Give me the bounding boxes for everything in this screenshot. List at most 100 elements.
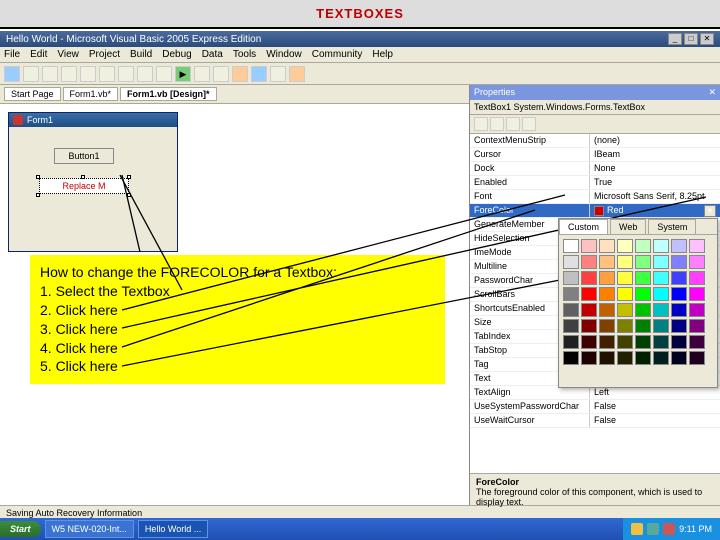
color-swatch[interactable] bbox=[671, 255, 687, 269]
copy-icon[interactable] bbox=[99, 66, 115, 82]
menu-community[interactable]: Community bbox=[312, 49, 363, 60]
color-swatch[interactable] bbox=[563, 271, 579, 285]
open-icon[interactable] bbox=[23, 66, 39, 82]
color-swatch[interactable] bbox=[635, 255, 651, 269]
color-swatch[interactable] bbox=[653, 239, 669, 253]
color-swatch[interactable] bbox=[617, 239, 633, 253]
property-row-usewaitcursor[interactable]: UseWaitCursorFalse bbox=[470, 414, 720, 428]
color-swatch[interactable] bbox=[689, 319, 705, 333]
tool-a-icon[interactable] bbox=[251, 66, 267, 82]
color-swatch[interactable] bbox=[581, 271, 597, 285]
color-swatch[interactable] bbox=[635, 319, 651, 333]
color-swatch[interactable] bbox=[581, 255, 597, 269]
menu-view[interactable]: View bbox=[57, 49, 79, 60]
new-project-icon[interactable] bbox=[4, 66, 20, 82]
color-swatch[interactable] bbox=[653, 335, 669, 349]
color-tab-custom[interactable]: Custom bbox=[559, 219, 608, 234]
color-swatch[interactable] bbox=[689, 271, 705, 285]
property-row-usesystempasswordchar[interactable]: UseSystemPasswordCharFalse bbox=[470, 400, 720, 414]
color-swatch[interactable] bbox=[635, 239, 651, 253]
property-row-contextmenustrip[interactable]: ContextMenuStrip(none) bbox=[470, 134, 720, 148]
menu-debug[interactable]: Debug bbox=[162, 49, 191, 60]
props-icon[interactable] bbox=[506, 117, 520, 131]
step-icon[interactable] bbox=[232, 66, 248, 82]
save-icon[interactable] bbox=[42, 66, 58, 82]
color-swatch[interactable] bbox=[581, 335, 597, 349]
color-swatch[interactable] bbox=[617, 303, 633, 317]
menu-edit[interactable]: Edit bbox=[30, 49, 47, 60]
property-row-dock[interactable]: DockNone bbox=[470, 162, 720, 176]
dropdown-icon[interactable]: ▾ bbox=[704, 205, 716, 217]
textbox-control[interactable]: Replace M bbox=[39, 178, 129, 194]
color-swatch[interactable] bbox=[635, 335, 651, 349]
property-row-enabled[interactable]: EnabledTrue bbox=[470, 176, 720, 190]
close-button[interactable]: ✕ bbox=[700, 33, 714, 45]
categorized-icon[interactable] bbox=[474, 117, 488, 131]
menu-tools[interactable]: Tools bbox=[233, 49, 256, 60]
color-swatch[interactable] bbox=[581, 303, 597, 317]
color-swatch[interactable] bbox=[671, 271, 687, 285]
tray-icon[interactable] bbox=[647, 523, 659, 535]
color-swatch[interactable] bbox=[689, 303, 705, 317]
tab-form-code[interactable]: Form1.vb* bbox=[63, 87, 119, 101]
paste-icon[interactable] bbox=[118, 66, 134, 82]
color-swatch[interactable] bbox=[635, 287, 651, 301]
color-tab-system[interactable]: System bbox=[648, 219, 696, 234]
color-swatch[interactable] bbox=[599, 303, 615, 317]
color-swatch[interactable] bbox=[563, 335, 579, 349]
resize-handle[interactable] bbox=[36, 175, 40, 179]
cut-icon[interactable] bbox=[80, 66, 96, 82]
pause-icon[interactable] bbox=[194, 66, 210, 82]
color-swatch[interactable] bbox=[635, 351, 651, 365]
menu-file[interactable]: File bbox=[4, 49, 20, 60]
property-row-cursor[interactable]: CursorIBeam bbox=[470, 148, 720, 162]
taskbar-item[interactable]: W5 NEW-020-Int... bbox=[45, 520, 134, 538]
color-swatch[interactable] bbox=[635, 271, 651, 285]
save-all-icon[interactable] bbox=[61, 66, 77, 82]
property-value[interactable]: Red▾ bbox=[590, 204, 720, 217]
tool-b-icon[interactable] bbox=[270, 66, 286, 82]
color-swatch[interactable] bbox=[671, 351, 687, 365]
color-swatch[interactable] bbox=[653, 351, 669, 365]
color-swatch[interactable] bbox=[563, 319, 579, 333]
minimize-button[interactable]: _ bbox=[668, 33, 682, 45]
resize-handle[interactable] bbox=[36, 193, 40, 197]
color-swatch[interactable] bbox=[653, 271, 669, 285]
color-swatch[interactable] bbox=[563, 239, 579, 253]
color-swatch[interactable] bbox=[671, 303, 687, 317]
color-swatch[interactable] bbox=[599, 255, 615, 269]
color-swatch[interactable] bbox=[635, 303, 651, 317]
color-swatch[interactable] bbox=[563, 303, 579, 317]
property-value[interactable]: False bbox=[590, 400, 720, 413]
run-icon[interactable]: ▶ bbox=[175, 66, 191, 82]
color-swatch[interactable] bbox=[563, 287, 579, 301]
color-swatch[interactable] bbox=[671, 239, 687, 253]
color-swatch[interactable] bbox=[599, 239, 615, 253]
resize-handle[interactable] bbox=[127, 193, 131, 197]
property-row-forecolor[interactable]: ForeColorRed▾ bbox=[470, 204, 720, 218]
tray-icon[interactable] bbox=[631, 523, 643, 535]
tab-start-page[interactable]: Start Page bbox=[4, 87, 61, 101]
color-swatch[interactable] bbox=[617, 319, 633, 333]
color-swatch[interactable] bbox=[563, 351, 579, 365]
color-swatch[interactable] bbox=[581, 239, 597, 253]
start-button[interactable]: Start bbox=[0, 521, 41, 537]
stop-icon[interactable] bbox=[213, 66, 229, 82]
menu-window[interactable]: Window bbox=[266, 49, 302, 60]
tab-form-design[interactable]: Form1.vb [Design]* bbox=[120, 87, 217, 101]
property-row-font[interactable]: FontMicrosoft Sans Serif, 8.25pt bbox=[470, 190, 720, 204]
color-swatch[interactable] bbox=[581, 351, 597, 365]
color-swatch[interactable] bbox=[653, 319, 669, 333]
maximize-button[interactable]: □ bbox=[684, 33, 698, 45]
menu-build[interactable]: Build bbox=[130, 49, 152, 60]
redo-icon[interactable] bbox=[156, 66, 172, 82]
color-swatch[interactable] bbox=[599, 271, 615, 285]
color-swatch[interactable] bbox=[671, 287, 687, 301]
form-preview[interactable]: Form1 Button1 Replace M bbox=[8, 112, 178, 252]
undo-icon[interactable] bbox=[137, 66, 153, 82]
property-value[interactable]: True bbox=[590, 176, 720, 189]
property-value[interactable]: IBeam bbox=[590, 148, 720, 161]
color-swatch[interactable] bbox=[617, 287, 633, 301]
color-tab-web[interactable]: Web bbox=[610, 219, 646, 234]
color-swatch[interactable] bbox=[563, 255, 579, 269]
